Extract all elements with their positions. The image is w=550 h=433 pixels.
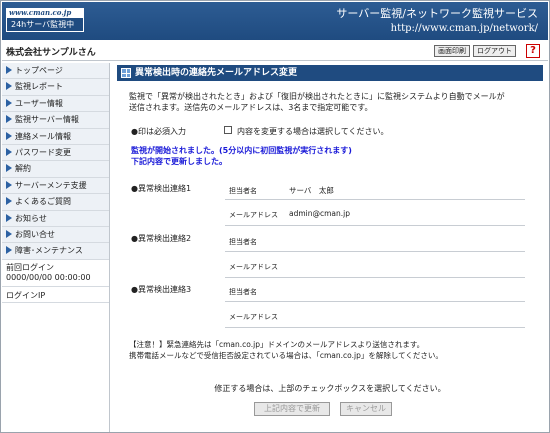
arrow-icon xyxy=(6,82,12,91)
contact-3-label: ●異常検出連絡3 xyxy=(131,285,192,294)
sidebar-item-top[interactable]: トップページ xyxy=(2,63,109,80)
sidebar-item-label: 解約 xyxy=(15,164,31,174)
logo-url: www.cman.co.jp xyxy=(6,8,84,18)
change-checkbox-label: 内容を変更する場合は選択してください。 xyxy=(237,127,389,136)
sidebar-item-inquiry[interactable]: お問い合せ xyxy=(2,226,109,244)
section-header: 異常検出時の連絡先メールアドレス変更 xyxy=(117,65,543,81)
help-icon[interactable]: ? xyxy=(526,44,540,58)
update-button[interactable]: 上記内容で更新 xyxy=(254,402,330,416)
contact-2-label: ●異常検出連絡2 xyxy=(131,234,192,243)
sidebar-item-incidents[interactable]: 障害･メンテナンス xyxy=(2,243,109,260)
notice-line: 携帯電話メールなどで受信拒否設定されている場合は、「cman.co.jp」を解除… xyxy=(129,351,443,360)
logout-button[interactable]: ログアウト xyxy=(473,45,516,57)
contact-3-name-label: 担当者名 xyxy=(229,288,257,296)
sidebar-item-password[interactable]: パスワード変更 xyxy=(2,144,109,162)
arrow-icon xyxy=(6,246,12,255)
sidebar-item-label: サーバーメンテ支援 xyxy=(15,180,87,190)
divider xyxy=(225,301,525,302)
service-title-text: サーバー監視/ネットワーク監視サービス xyxy=(336,7,538,20)
sidebar-item-label: 監視サーバー情報 xyxy=(15,115,79,125)
arrow-icon xyxy=(6,180,12,189)
intro-text: 監視で「異常が検出されたとき」および「復旧が検出されたときに」に監視システムより… xyxy=(129,91,533,113)
last-login-label: 前回ログイン xyxy=(6,262,54,272)
divider xyxy=(225,251,525,252)
print-screen-button[interactable]: 画面印刷 xyxy=(434,45,470,57)
divider xyxy=(225,327,525,328)
contact-1-mail-label: メールアドレス xyxy=(229,211,278,219)
sidebar-item-label: よくあるご質問 xyxy=(15,197,71,207)
arrow-icon xyxy=(6,147,12,156)
main-content: 異常検出時の連絡先メールアドレス変更 監視で「異常が検出されたとき」および「復旧… xyxy=(117,65,543,416)
cancel-button[interactable]: キャンセル xyxy=(340,402,392,416)
company-name: 株式会社サンプルさん xyxy=(6,48,96,58)
last-login-value: 0000/00/00 00:00:00 xyxy=(6,272,91,282)
logo[interactable]: www.cman.co.jp 24hサーバ監視中 xyxy=(6,8,84,34)
arrow-icon xyxy=(6,131,12,140)
sidebar-item-user-info[interactable]: ユーザー情報 xyxy=(2,95,109,113)
service-title: サーバー監視/ネットワーク監視サービス http://www.cman.jp/n… xyxy=(336,6,538,36)
notice-line: 【注意！】緊急連絡先は「cman.co.jp」ドメインのメールアドレスより送信さ… xyxy=(129,340,425,349)
last-login: 前回ログイン 0000/00/00 00:00:00 xyxy=(2,260,109,287)
sidebar-item-label: トップページ xyxy=(15,66,63,75)
login-ip-label: ログインIP xyxy=(2,287,109,303)
contact-1-name-value[interactable]: サーバ 太郎 xyxy=(289,185,334,196)
logo-service: 24hサーバ監視中 xyxy=(6,18,84,32)
status-line: 監視が開始されました。(5分以内に初回監視が実行されます) xyxy=(131,146,352,155)
divider xyxy=(225,225,525,226)
intro-line: 送信されます。送信先のメールアドレスは、3名まで指定可能です。 xyxy=(129,103,373,112)
arrow-icon xyxy=(6,98,12,107)
sidebar-item-label: 監視レポート xyxy=(15,82,63,92)
section-title: 異常検出時の連絡先メールアドレス変更 xyxy=(135,68,298,78)
notice: 【注意！】緊急連絡先は「cman.co.jp」ドメインのメールアドレスより送信さ… xyxy=(129,339,535,361)
sidebar-item-label: お問い合せ xyxy=(15,229,55,239)
sidebar-item-report[interactable]: 監視レポート xyxy=(2,79,109,96)
arrow-icon xyxy=(6,164,12,173)
sidebar-item-maintenance-support[interactable]: サーバーメンテ支援 xyxy=(2,177,109,195)
grid-icon xyxy=(121,68,131,78)
sidebar: トップページ 監視レポート ユーザー情報 監視サーバー情報 連絡メール情報 パス… xyxy=(2,63,110,432)
divider xyxy=(225,199,525,200)
sidebar-item-label: 連絡メール情報 xyxy=(15,131,71,141)
arrow-icon xyxy=(6,66,12,74)
contact-2-name-label: 担当者名 xyxy=(229,238,257,246)
sidebar-item-label: お知らせ xyxy=(15,213,47,223)
status-message: 監視が開始されました。(5分以内に初回監視が実行されます) 下記内容で更新しまし… xyxy=(131,145,352,167)
arrow-icon xyxy=(6,115,12,124)
contact-2-mail-label: メールアドレス xyxy=(229,263,278,271)
sidebar-item-label: 障害･メンテナンス xyxy=(15,246,83,256)
service-url[interactable]: http://www.cman.jp/network/ xyxy=(336,21,538,36)
contact-1-mail-value[interactable]: admin@cman.jp xyxy=(289,209,350,218)
contact-1-label: ●異常検出連絡1 xyxy=(131,184,192,193)
sidebar-item-news[interactable]: お知らせ xyxy=(2,210,109,227)
sidebar-item-cancel-contract[interactable]: 解約 xyxy=(2,161,109,178)
sidebar-item-server-info[interactable]: 監視サーバー情報 xyxy=(2,112,109,129)
arrow-icon xyxy=(6,197,12,206)
company-bar: 株式会社サンプルさん 画面印刷 ログアウト ? xyxy=(2,41,548,61)
sidebar-item-label: パスワード変更 xyxy=(15,147,71,157)
arrow-icon xyxy=(6,229,12,238)
sidebar-item-label: ユーザー情報 xyxy=(15,98,63,108)
header: www.cman.co.jp 24hサーバ監視中 サーバー監視/ネットワーク監視… xyxy=(2,2,548,40)
status-line: 下記内容で更新しました。 xyxy=(131,157,227,166)
arrow-icon xyxy=(6,213,12,222)
sidebar-item-faq[interactable]: よくあるご質問 xyxy=(2,194,109,211)
contact-3-mail-label: メールアドレス xyxy=(229,313,278,321)
sidebar-item-contact-mail[interactable]: 連絡メール情報 xyxy=(2,128,109,145)
contact-1-name-label: 担当者名 xyxy=(229,187,257,195)
change-checkbox[interactable] xyxy=(224,126,232,134)
required-note: ●印は必須入力 xyxy=(131,127,186,136)
intro-line: 監視で「異常が検出されたとき」および「復旧が検出されたときに」に監視システムより… xyxy=(129,92,505,101)
divider xyxy=(225,277,525,278)
footer-note: 修正する場合は、上部のチェックボックスを選択してください。 xyxy=(214,384,446,393)
page-frame: www.cman.co.jp 24hサーバ監視中 サーバー監視/ネットワーク監視… xyxy=(0,0,550,433)
